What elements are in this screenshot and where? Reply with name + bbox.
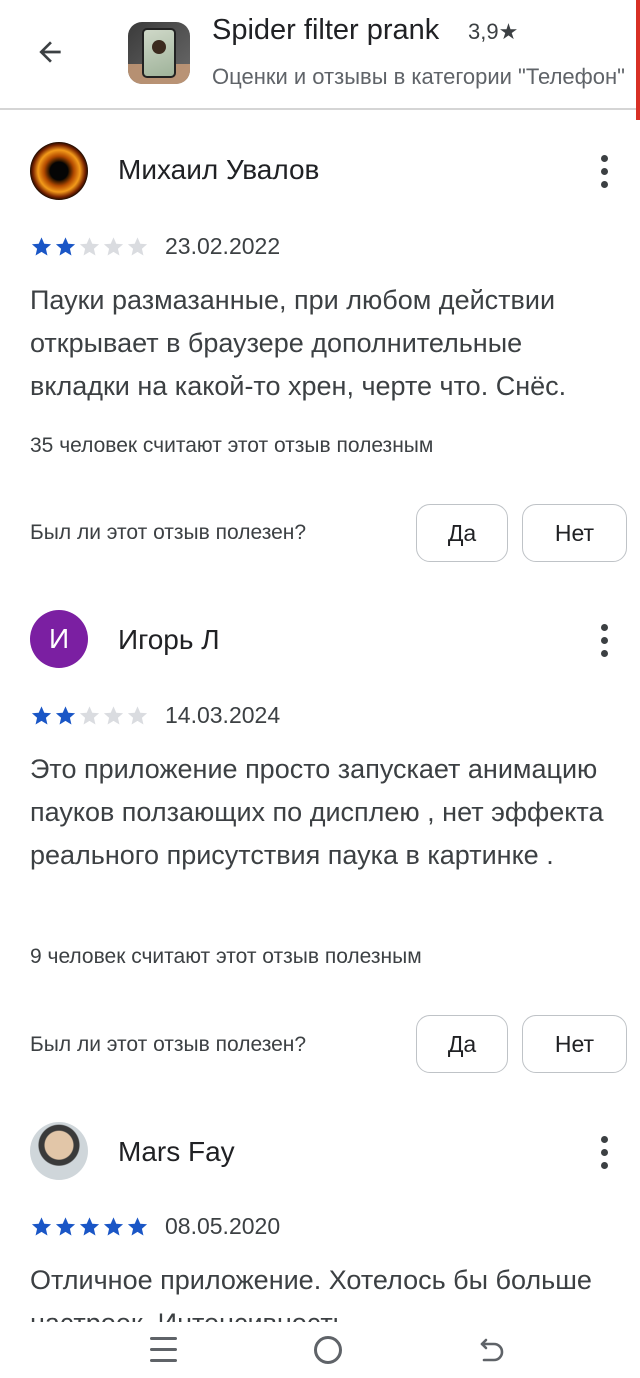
star-empty-icon <box>103 237 124 256</box>
star-filled-icon <box>31 1217 52 1236</box>
star-filled-icon <box>55 706 76 725</box>
star-filled-icon <box>31 706 52 725</box>
star-filled-icon <box>55 1217 76 1236</box>
app-header: Spider filter prank 3,9★ Оценки и отзывы… <box>0 0 640 120</box>
star-rating <box>30 704 149 727</box>
review-card: Mars Fay 08.05.2020 Отличное приложение.… <box>0 1122 640 1322</box>
star-empty-icon <box>79 706 100 725</box>
helpful-count: 9 человек считают этот отзыв полезным <box>30 945 422 968</box>
star-empty-icon <box>103 706 124 725</box>
more-vert-icon[interactable] <box>588 1130 620 1174</box>
system-nav-bar <box>0 1322 640 1378</box>
helpful-count: 35 человек считают этот отзыв полезным <box>30 434 434 457</box>
edge-indicator <box>636 0 640 120</box>
more-vert-icon[interactable] <box>588 149 620 193</box>
more-vert-icon[interactable] <box>588 618 620 662</box>
helpful-yes-button[interactable]: Да <box>416 504 508 562</box>
app-title: Spider filter prank <box>212 14 440 46</box>
star-filled-icon <box>55 237 76 256</box>
review-author: Игорь Л <box>118 624 220 655</box>
reviews-category-subtitle: Оценки и отзывы в категории "Телефон" <box>212 64 625 89</box>
back-icon[interactable] <box>476 1334 508 1366</box>
helpful-yes-button[interactable]: Да <box>416 1015 508 1073</box>
home-icon[interactable] <box>314 1336 342 1364</box>
star-rating <box>30 235 149 258</box>
avatar <box>30 142 88 200</box>
app-icon <box>128 22 190 84</box>
avatar <box>30 1122 88 1180</box>
arrow-left-icon <box>39 41 61 63</box>
star-empty-icon <box>127 237 148 256</box>
star-filled-icon <box>79 1217 100 1236</box>
review-date: 14.03.2024 <box>165 702 281 728</box>
helpful-no-button[interactable]: Нет <box>522 1015 627 1073</box>
app-rating: 3,9★ <box>468 19 519 44</box>
review-text: Пауки размазанные, при любом действии от… <box>30 285 567 401</box>
helpful-no-button[interactable]: Нет <box>522 504 627 562</box>
review-card: Михаил Увалов 23.02.2022 Пауки размазанн… <box>0 140 640 600</box>
review-date: 08.05.2020 <box>165 1213 281 1239</box>
avatar: И <box>30 610 88 668</box>
star-filled-icon <box>127 1217 148 1236</box>
star-filled-icon <box>31 237 52 256</box>
review-card: И Игорь Л 14.03.2024 Это приложение прос… <box>0 610 640 1090</box>
star-rating <box>30 1215 149 1238</box>
review-author: Михаил Увалов <box>118 154 320 185</box>
review-text: Это приложение просто запускает анимацию… <box>30 754 604 870</box>
star-filled-icon <box>103 1217 124 1236</box>
star-empty-icon <box>127 706 148 725</box>
review-date: 23.02.2022 <box>165 233 281 259</box>
star-empty-icon <box>79 237 100 256</box>
review-text: Отличное приложение. Хотелось бы больше … <box>30 1265 592 1322</box>
recent-apps-icon[interactable] <box>150 1337 177 1362</box>
back-button[interactable] <box>28 30 72 74</box>
review-author: Mars Fay <box>118 1136 235 1167</box>
helpful-question: Был ли этот отзыв полезен? <box>30 1033 307 1056</box>
helpful-question: Был ли этот отзыв полезен? <box>30 521 307 544</box>
